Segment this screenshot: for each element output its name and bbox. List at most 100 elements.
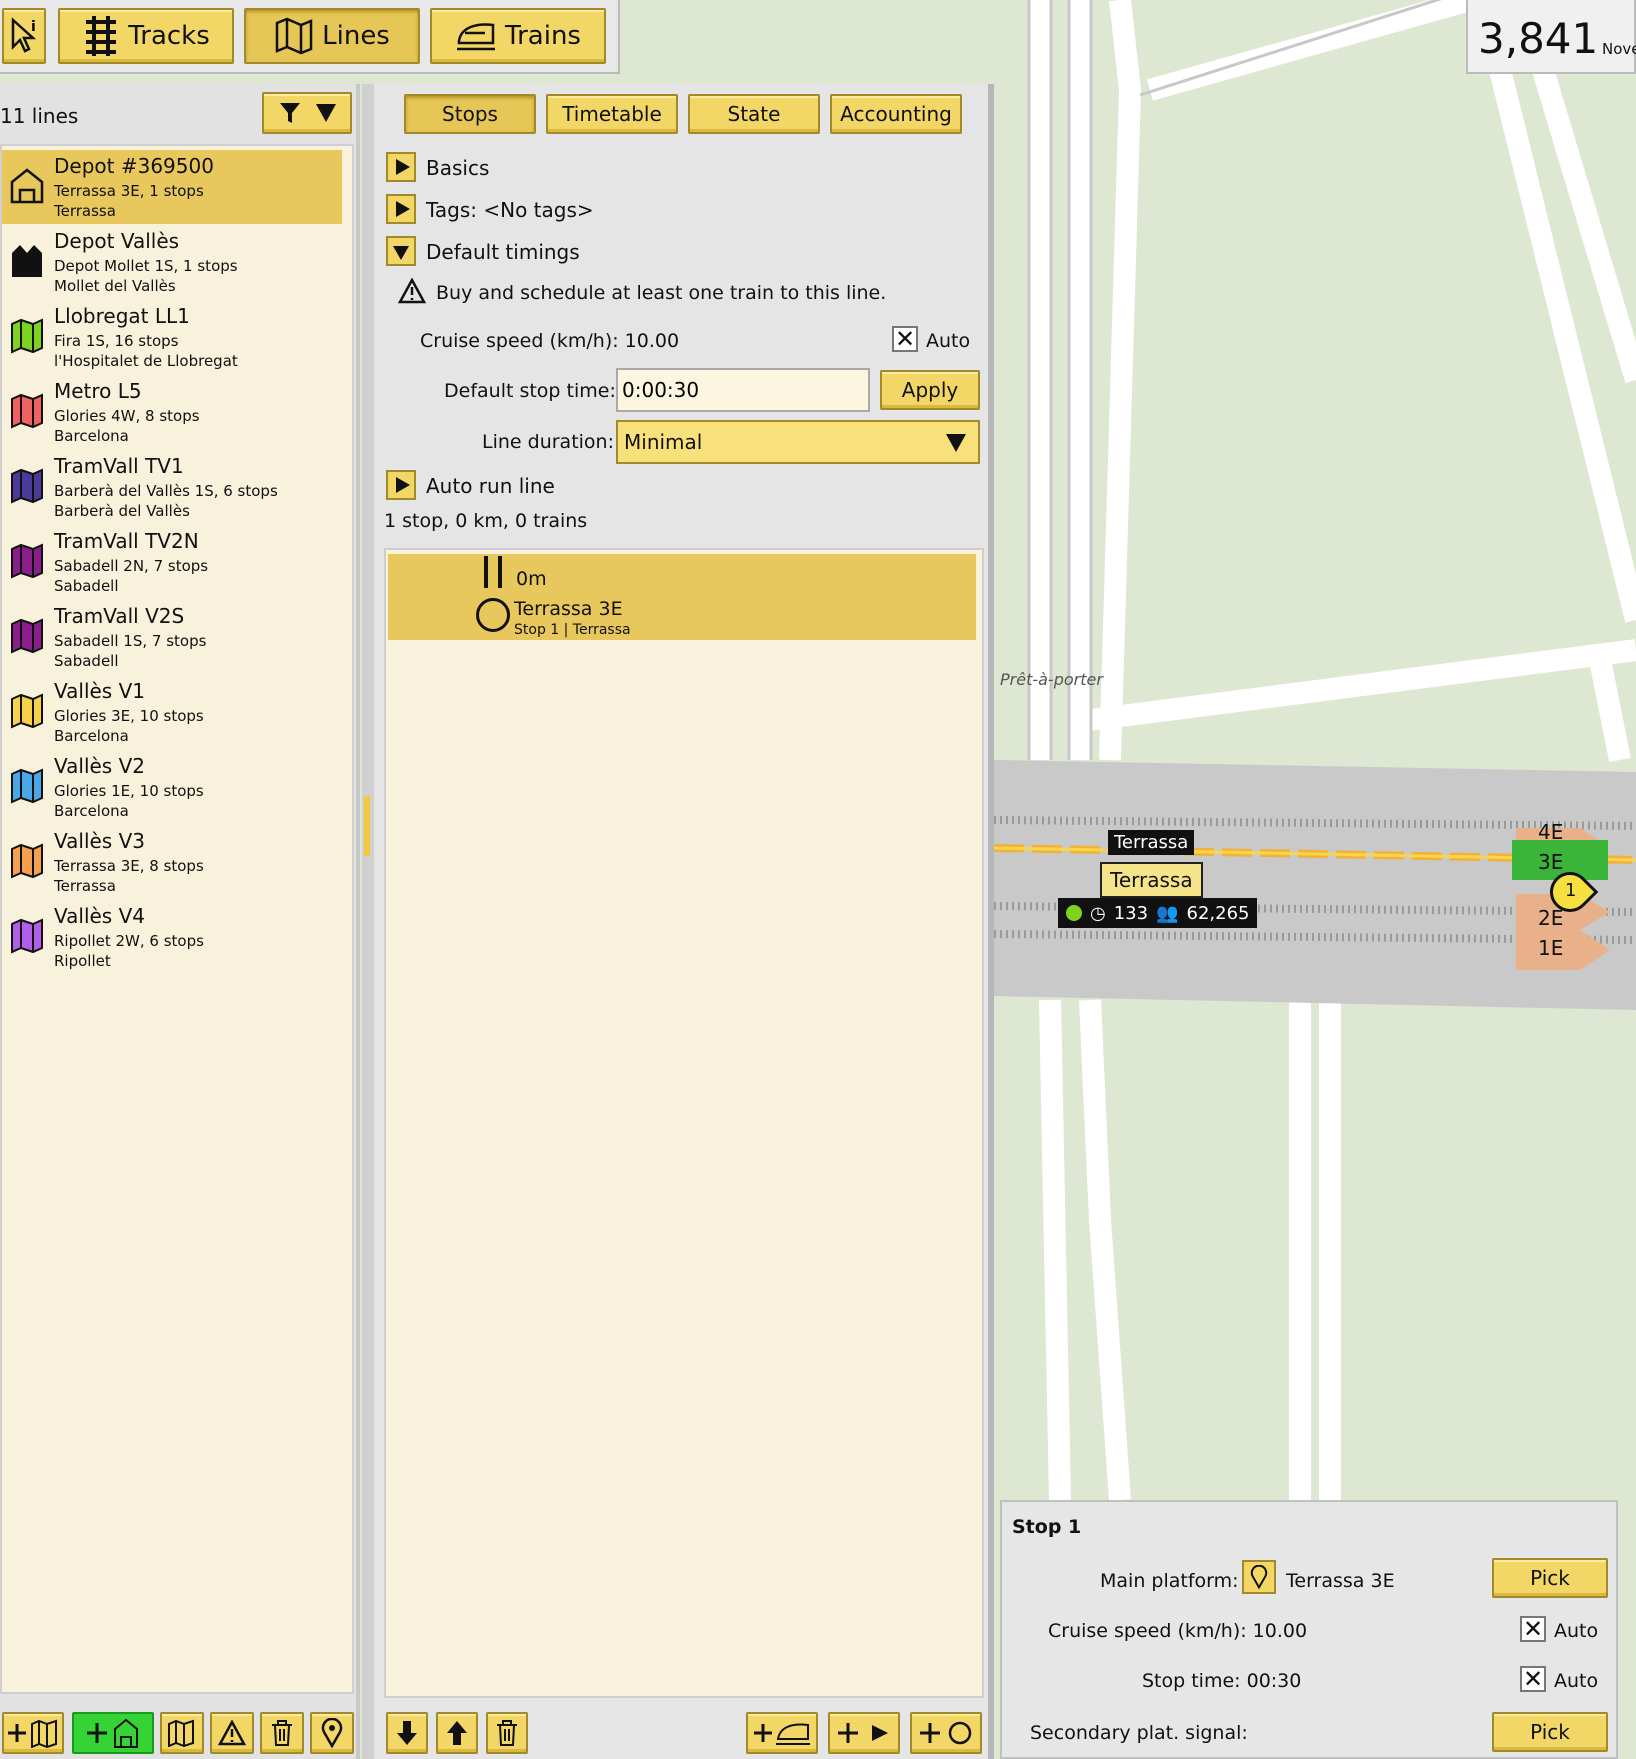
default-stop-time-input[interactable] xyxy=(616,368,870,412)
cruise-speed-auto-checkbox[interactable]: ✕ xyxy=(892,326,918,352)
tab-accounting[interactable]: Accounting xyxy=(830,94,962,134)
line-first-stop: Glories 1E, 10 stops xyxy=(54,782,204,800)
platform-locate-button[interactable] xyxy=(1242,1560,1276,1594)
arrow-down-icon xyxy=(397,1721,417,1745)
line-map-icon xyxy=(11,618,43,654)
delete-stop-button[interactable] xyxy=(486,1712,528,1754)
line-name: TramVall TV2N xyxy=(54,529,199,553)
list-item[interactable]: TramVall V2S Sabadell 1S, 7 stops Sabade… xyxy=(2,600,342,674)
tab-state[interactable]: State xyxy=(688,94,820,134)
popup-cruise-auto-checkbox[interactable]: ✕ xyxy=(1520,1616,1546,1642)
svg-text:i: i xyxy=(31,19,36,35)
line-name: TramVall V2S xyxy=(54,604,185,628)
line-duration-select[interactable]: Minimal xyxy=(616,420,980,464)
line-city: Terrassa xyxy=(54,877,116,895)
add-train-button[interactable] xyxy=(746,1712,818,1754)
list-item[interactable]: TramVall TV1 Barberà del Vallès 1S, 6 st… xyxy=(2,450,342,524)
tab-stops[interactable]: Stops xyxy=(404,94,536,134)
line-name: Metro L5 xyxy=(54,379,142,403)
popup-title: Stop 1 xyxy=(1012,1516,1082,1538)
line-first-stop: Sabadell 2N, 7 stops xyxy=(54,557,209,575)
move-up-button[interactable] xyxy=(436,1712,478,1754)
locate-line-button[interactable] xyxy=(310,1712,354,1754)
list-item[interactable]: Vallès V3 Terrassa 3E, 8 stops Terrassa xyxy=(2,825,342,899)
list-item[interactable]: Depot Vallès Depot Mollet 1S, 1 stops Mo… xyxy=(2,225,342,299)
list-item[interactable]: TramVall TV2N Sabadell 2N, 7 stops Sabad… xyxy=(2,525,342,599)
expand-right-icon xyxy=(395,159,410,175)
arrow-up-icon xyxy=(447,1721,467,1745)
pick-secondary-button[interactable]: Pick xyxy=(1492,1712,1608,1752)
warning-text: Buy and schedule at least one train to t… xyxy=(436,282,887,304)
platform-3e-label: 3E xyxy=(1538,850,1564,874)
default-timings-toggle[interactable] xyxy=(386,236,416,266)
depot-outline-icon xyxy=(10,168,44,204)
lines-panel: 11 lines Depot #369500 Terrassa 3E, 1 st… xyxy=(0,84,360,1759)
map-place-label: Prêt-à-porter xyxy=(1000,670,1103,689)
stop-row[interactable]: 0m Terrassa 3E Stop 1 | Terrassa xyxy=(388,554,976,640)
list-item[interactable]: Depot #369500 Terrassa 3E, 1 stops Terra… xyxy=(2,150,342,224)
filter-button[interactable] xyxy=(262,92,352,134)
location-pin-icon xyxy=(1250,1565,1268,1589)
date-display: Nove xyxy=(1602,40,1636,58)
popup-cruise-speed-label: Cruise speed (km/h): 10.00 xyxy=(1048,1620,1308,1642)
line-first-stop: Depot Mollet 1S, 1 stops xyxy=(54,257,238,275)
lines-overview-button[interactable] xyxy=(160,1712,204,1754)
info-cursor-button[interactable]: i xyxy=(2,8,46,64)
line-name: Vallès V4 xyxy=(54,904,145,928)
add-waypoint-icon xyxy=(838,1723,888,1743)
stop-list[interactable]: 0m Terrassa 3E Stop 1 | Terrassa xyxy=(384,548,984,1698)
travel-segment-line xyxy=(498,556,502,588)
clock-icon: ◷ xyxy=(1090,902,1106,924)
list-item[interactable]: Llobregat LL1 Fira 1S, 16 stops l'Hospit… xyxy=(2,300,342,374)
people-icon: 👥 xyxy=(1156,902,1179,924)
tags-toggle[interactable] xyxy=(386,194,416,224)
add-line-button[interactable] xyxy=(2,1712,64,1754)
cursor-info-icon: i xyxy=(11,17,37,53)
lines-button[interactable]: Lines xyxy=(244,8,420,64)
platform-4e-label: 4E xyxy=(1538,820,1564,844)
list-item[interactable]: Vallès V1 Glories 3E, 10 stops Barcelona xyxy=(2,675,342,749)
station-name-label[interactable]: Terrassa xyxy=(1100,862,1203,898)
list-item[interactable]: Metro L5 Glories 4W, 8 stops Barcelona xyxy=(2,375,342,449)
lines-map-icon xyxy=(275,17,313,55)
chevron-down-icon xyxy=(946,434,966,452)
line-city: Barcelona xyxy=(54,427,129,445)
warnings-button[interactable] xyxy=(210,1712,254,1754)
apply-button[interactable]: Apply xyxy=(880,370,980,410)
lines-overview-icon xyxy=(168,1719,194,1747)
line-map-icon xyxy=(11,768,43,804)
trains-button[interactable]: Trains xyxy=(430,8,606,64)
popup-stop-time-auto-checkbox[interactable]: ✕ xyxy=(1520,1666,1546,1692)
travel-segment-line xyxy=(484,556,488,588)
line-first-stop: Terrassa 3E, 1 stops xyxy=(54,182,204,200)
add-depot-button[interactable] xyxy=(72,1712,154,1754)
auto-run-toggle[interactable] xyxy=(386,470,416,500)
delete-line-button[interactable] xyxy=(260,1712,304,1754)
basics-toggle[interactable] xyxy=(386,152,416,182)
add-waypoint-button[interactable] xyxy=(828,1712,900,1754)
warning-icon xyxy=(398,278,426,304)
line-name: TramVall TV1 xyxy=(54,454,184,478)
tab-timetable[interactable]: Timetable xyxy=(546,94,678,134)
tracks-button-label: Tracks xyxy=(128,21,210,51)
stop-name: Terrassa 3E xyxy=(514,598,623,620)
list-item[interactable]: Vallès V2 Glories 1E, 10 stops Barcelona xyxy=(2,750,342,824)
panel-splitter[interactable] xyxy=(362,84,374,1759)
stop-details-popup: Stop 1 Main platform: Terrassa 3E Pick C… xyxy=(1000,1500,1618,1759)
lines-list[interactable]: Depot #369500 Terrassa 3E, 1 stops Terra… xyxy=(0,144,354,1694)
add-stop-button[interactable] xyxy=(910,1712,982,1754)
list-item[interactable]: Vallès V4 Ripollet 2W, 6 stops Ripollet xyxy=(2,900,342,974)
line-map-icon xyxy=(11,543,43,579)
tracks-button[interactable]: Tracks xyxy=(58,8,234,64)
pick-platform-button[interactable]: Pick xyxy=(1492,1558,1608,1598)
tags-label: Tags: <No tags> xyxy=(426,198,594,222)
splitter-handle[interactable] xyxy=(364,796,370,856)
move-down-button[interactable] xyxy=(386,1712,428,1754)
line-first-stop: Fira 1S, 16 stops xyxy=(54,332,179,350)
line-map-icon xyxy=(11,843,43,879)
cruise-speed-auto-label: Auto xyxy=(926,330,971,352)
line-city: Barberà del Vallès xyxy=(54,502,190,520)
money-display: 3,841 Nove xyxy=(1466,0,1636,74)
train-icon xyxy=(457,23,496,51)
add-line-icon xyxy=(8,1719,57,1748)
